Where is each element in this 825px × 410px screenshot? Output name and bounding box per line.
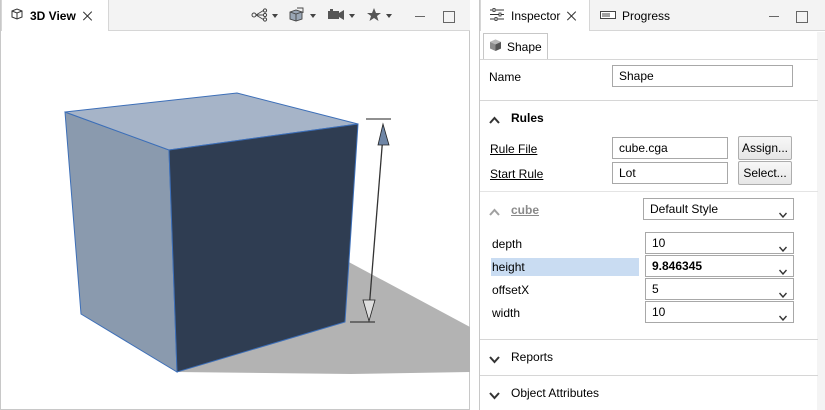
cube-outline-icon [10,7,24,24]
rules-title: Rules [511,111,544,125]
minimize-icon[interactable] [767,9,781,23]
3d-view-pane: 3D View [0,0,470,410]
param-depth-field[interactable]: 10 [645,232,794,254]
rules-section-header[interactable]: Rules [480,101,825,135]
select-button[interactable]: Select... [738,161,792,185]
param-width-field[interactable]: 10 [645,301,794,323]
assign-button[interactable]: Assign... [738,136,792,160]
close-icon[interactable] [82,10,94,22]
chevron-down-icon [349,14,355,18]
chevron-down-icon [778,264,788,276]
param-width-label: width [492,306,521,320]
chevron-up-icon [489,113,500,124]
minimize-icon[interactable] [413,9,427,23]
display-mode-cube-icon [288,7,306,25]
tab-progress-label: Progress [622,8,671,23]
chevron-down-icon [778,287,788,299]
chevron-down-icon [778,241,788,253]
progress-icon [600,9,616,23]
param-height-label: height [491,258,639,276]
bookmark-button[interactable] [366,7,392,25]
tab-3d-view-label: 3D View [30,8,76,23]
maximize-icon[interactable] [794,9,808,23]
rule-file-link[interactable]: Rule File [490,142,537,156]
tab-3d-view[interactable]: 3D View [1,0,109,31]
rule-file-field[interactable]: cube.cga [612,137,728,159]
start-rule-field[interactable]: Lot [612,162,728,184]
object-attributes-title: Object Attributes [511,386,600,400]
camera-button[interactable] [327,7,355,25]
reports-title: Reports [511,350,554,364]
chevron-down-icon [778,310,788,322]
chevron-down-icon [386,14,392,18]
dimension-arrow-up[interactable] [377,122,390,146]
chevron-down-icon [778,207,788,219]
chevron-up-icon [489,205,500,216]
param-height-field[interactable]: 9.846345 [645,255,794,277]
chevron-down-icon [489,389,500,400]
chevron-down-icon [489,353,500,364]
object-attributes-section-header[interactable]: Object Attributes [480,376,825,410]
shape-cube-icon [489,38,502,55]
param-offsetx-value: 5 [652,282,659,296]
3d-viewport[interactable] [1,32,470,410]
cube-left-face [64,111,178,373]
scene-graph-button[interactable] [251,7,278,25]
param-offsetx-field[interactable]: 5 [645,278,794,300]
param-depth-label: depth [492,237,523,251]
divider [480,191,818,192]
style-select[interactable]: Default Style [643,198,794,220]
reports-section-header[interactable]: Reports [480,340,825,374]
inspector-pane: Inspector Progress Shape Name Shape Rule… [479,0,825,410]
start-rule-link[interactable]: Start Rule [490,167,543,181]
3d-view-tabbar: 3D View [1,0,470,31]
scene-graph-icon [251,7,268,25]
object-tab-shape[interactable]: Shape [483,33,548,59]
bookmark-star-icon [366,7,382,25]
name-label: Name [489,70,522,84]
chevron-down-icon [310,14,316,18]
maximize-icon[interactable] [441,9,455,23]
tab-progress[interactable]: Progress [592,0,678,31]
display-mode-button[interactable] [288,7,316,25]
param-height-value: 9.846345 [652,259,703,273]
param-width-value: 10 [652,305,666,319]
param-offsetx-label: offsetX [492,283,530,297]
cube-title[interactable]: cube [511,203,539,217]
sliders-icon [489,7,505,24]
tab-inspector-label: Inspector [511,8,561,23]
object-tab-label: Shape [507,39,542,54]
close-icon[interactable] [566,10,578,22]
inspector-tabbar: Inspector Progress [480,0,825,31]
divider [480,59,818,60]
chevron-down-icon [272,14,278,18]
param-depth-value: 10 [652,236,666,250]
name-field[interactable]: Shape [612,65,793,87]
style-select-value: Default Style [650,202,719,216]
tab-inspector[interactable]: Inspector [480,0,590,31]
camera-icon [327,8,345,24]
